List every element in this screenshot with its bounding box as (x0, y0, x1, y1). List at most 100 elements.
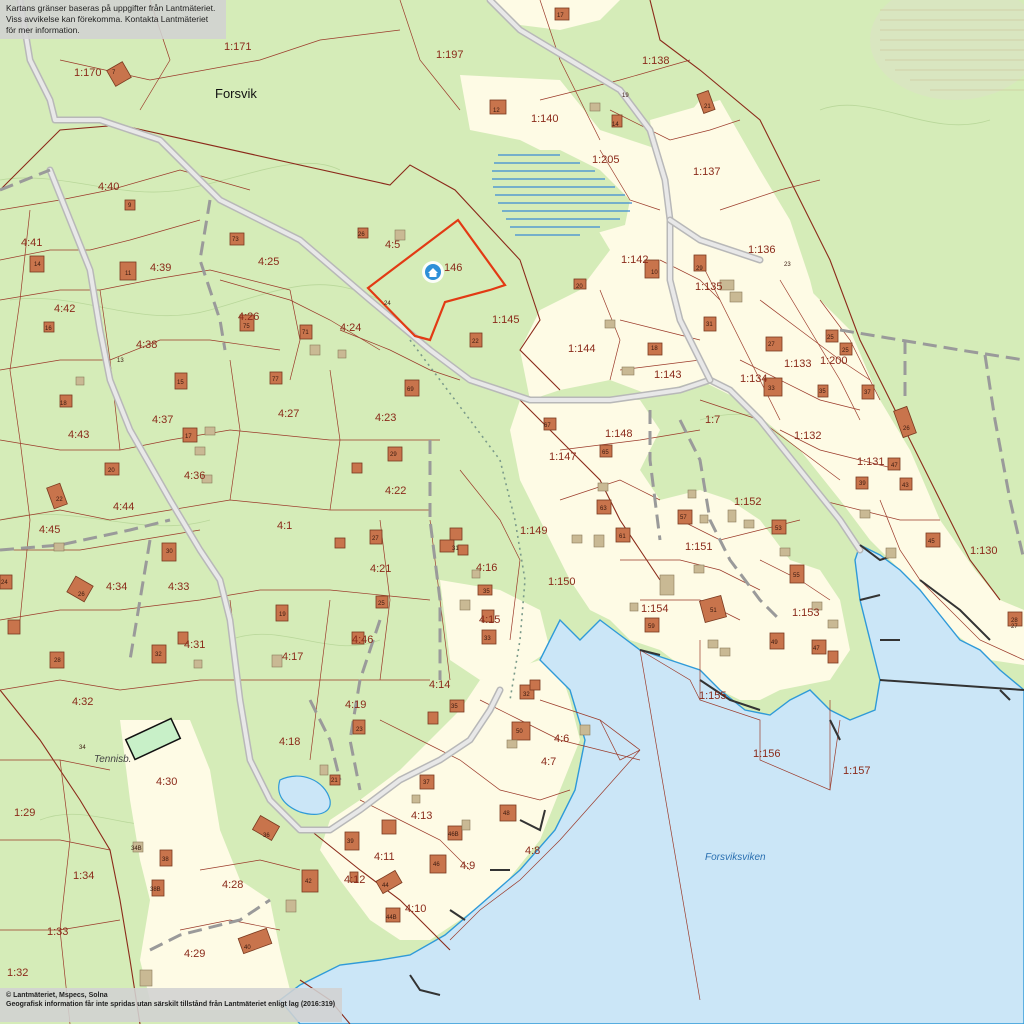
parcel-label: 4:21 (370, 563, 391, 575)
house-number: 46B (448, 832, 459, 838)
house-number: 23 (356, 727, 363, 733)
house-number: 29 (390, 452, 397, 458)
parcel-label: 4:24 (340, 322, 361, 334)
house-number: 23 (784, 262, 791, 268)
house-number: 53 (775, 526, 782, 532)
parcel-label: 1:148 (605, 428, 633, 440)
parcel-label: 4:1 (277, 520, 292, 532)
parcel-label: 4:30 (156, 776, 177, 788)
house-number: 25 (378, 601, 385, 607)
house-number: 37 (864, 390, 871, 396)
parcel-label: 1:143 (654, 369, 682, 381)
house-number: 33 (768, 386, 775, 392)
parcel-label: 1:33 (47, 926, 68, 938)
parcel-label: 4:34 (106, 581, 127, 593)
house-number: 30 (166, 549, 173, 555)
parcel-label: 1:171 (224, 41, 252, 53)
house-number: 17 (185, 434, 192, 440)
house-number: 67 (544, 423, 551, 429)
house-number: 39 (859, 481, 866, 487)
parcel-label: 4:16 (476, 562, 497, 574)
parcel-label: 4:29 (184, 948, 205, 960)
property-map[interactable]: 1:171 1:170 1:197 1:138 1:140 1:205 1:13… (0, 0, 1024, 1024)
parcel-label: 1:29 (14, 807, 35, 819)
parcel-label: 4:6 (554, 733, 569, 745)
house-number: 26 (358, 232, 365, 238)
parcel-label: 4:12 (344, 874, 365, 886)
house-number: 25 (842, 348, 849, 354)
house-number: 35 (451, 704, 458, 710)
house-number: 31 (706, 322, 713, 328)
parcel-label: 1:7 (705, 414, 720, 426)
parcel-label: 4:32 (72, 696, 93, 708)
parcel-label: 1:34 (73, 870, 94, 882)
parcel-label: 4:45 (39, 524, 60, 536)
house-number: 12 (493, 108, 500, 114)
house-number: 13 (117, 358, 124, 364)
copyright-line: Geografisk information får inte spridas … (6, 1001, 336, 1008)
house-number: 27 (768, 342, 775, 348)
parcel-label: 1:155 (699, 690, 727, 702)
parcel-label: 4:22 (385, 485, 406, 497)
parcel-label: 1:32 (7, 967, 28, 979)
place-name-forsvik: Forsvik (215, 86, 257, 101)
parcel-label: 4:46 (352, 634, 373, 646)
parcel-label: 4:10 (405, 903, 426, 915)
parcel-label: 1:136 (748, 244, 776, 256)
house-number: 24 (1, 580, 8, 586)
parcel-label: 4:36 (184, 470, 205, 482)
house-number: 51 (710, 608, 717, 614)
parcel-label: 4:27 (278, 408, 299, 420)
house-number: 61 (619, 534, 626, 540)
parcel-label: 1:152 (734, 496, 762, 508)
parcel-label: 4:7 (541, 756, 556, 768)
home-pin-icon[interactable] (422, 261, 444, 283)
parcel-label: 4:31 (184, 639, 205, 651)
house-number: 19 (622, 93, 629, 99)
parcel-label: 4:42 (54, 303, 75, 315)
parcel-label: 1:151 (685, 541, 713, 553)
house-number: 21 (704, 104, 711, 110)
parcel-label: 1:205 (592, 154, 620, 166)
parcel-label: 4:11 (374, 851, 395, 863)
house-number: 14 (612, 122, 619, 128)
parcel-label: 4:23 (375, 412, 396, 424)
parcel-label: 1:137 (693, 166, 721, 178)
parcel-label: 4:15 (479, 614, 500, 626)
parcel-label: 4:39 (150, 262, 171, 274)
house-number: 21 (331, 778, 338, 784)
house-number: 22 (56, 497, 63, 503)
parcel-label: 1:170 (74, 67, 102, 79)
disclaimer-line: Kartans gränser baseras på uppgifter frå… (6, 3, 216, 13)
parcel-label: 1:130 (970, 545, 998, 557)
house-number: 10 (651, 270, 658, 276)
house-number: 45 (928, 539, 935, 545)
house-number: 27 (1011, 624, 1018, 630)
parcel-label: 4:18 (279, 736, 300, 748)
parcel-label: 1:149 (520, 525, 548, 537)
house-number: 17 (557, 13, 564, 19)
parcel-label: 1:157 (843, 765, 871, 777)
parcel-label: 1:154 (641, 603, 669, 615)
house-number: 26 (903, 426, 910, 432)
parcel-label: 1:144 (568, 343, 596, 355)
house-number: 55 (793, 573, 800, 579)
house-number: 28 (54, 658, 61, 664)
house-number: 22 (472, 339, 479, 345)
parcel-label: 1:138 (642, 55, 670, 67)
parcel-label: 4:40 (98, 181, 119, 193)
house-number: 38B (150, 887, 161, 893)
house-number: 24 (384, 301, 391, 307)
house-number: 34 (79, 745, 86, 751)
house-number: 31 (452, 546, 459, 552)
parcel-label: 4:8 (525, 845, 540, 857)
house-number: 69 (407, 387, 414, 393)
house-number: 19 (279, 612, 286, 618)
water-name-forsviksviken: Forsviksviken (705, 852, 766, 863)
parcel-label: 1:147 (549, 451, 577, 463)
parcel-label: 4:14 (429, 679, 450, 691)
parcel-label: 1:134 (740, 373, 768, 385)
house-number: 71 (302, 330, 309, 336)
house-number: 42 (305, 879, 312, 885)
house-number: 77 (272, 377, 279, 383)
